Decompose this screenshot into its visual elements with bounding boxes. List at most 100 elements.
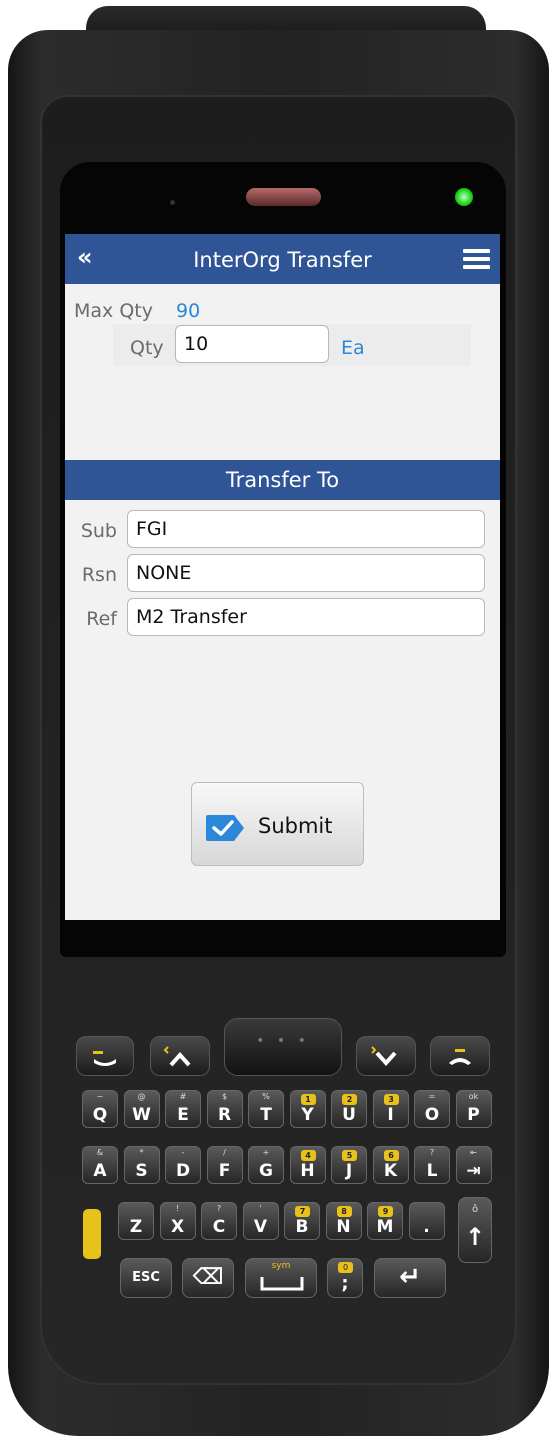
semicolon-label: ; bbox=[341, 1273, 349, 1294]
uom-link[interactable]: Ea bbox=[341, 337, 365, 359]
phone-answer-icon bbox=[93, 1051, 116, 1066]
key-f[interactable]: F / bbox=[206, 1146, 243, 1184]
key-digit-label: 5 bbox=[342, 1150, 357, 1161]
key-symbol-label: & bbox=[96, 1148, 104, 1157]
key-m[interactable]: M9 bbox=[367, 1202, 403, 1240]
sub-input[interactable]: FGI bbox=[127, 510, 485, 548]
enter-key[interactable]: ↵ bbox=[374, 1258, 446, 1298]
key-y[interactable]: Y1 bbox=[289, 1090, 326, 1128]
key-symbol-label: % bbox=[262, 1092, 270, 1101]
key-digit-label: 1 bbox=[300, 1094, 316, 1105]
scan-key[interactable]: • • • bbox=[224, 1018, 342, 1076]
key-label: F bbox=[218, 1161, 231, 1181]
nav-down-key[interactable] bbox=[356, 1036, 416, 1076]
key-e[interactable]: E # bbox=[165, 1090, 201, 1128]
key-i[interactable]: I3 bbox=[372, 1090, 409, 1128]
status-led bbox=[455, 188, 473, 206]
key-symbol-label: ' bbox=[259, 1204, 262, 1213]
rsn-input[interactable]: NONE bbox=[127, 554, 485, 592]
key-o[interactable]: O = bbox=[414, 1090, 450, 1128]
sym-label: sym bbox=[271, 1261, 291, 1271]
zero-label: 0 bbox=[338, 1262, 353, 1273]
key-label: N bbox=[336, 1217, 351, 1237]
key-j[interactable]: J5 bbox=[331, 1146, 367, 1184]
key-tab[interactable]: ⇥ ⇤ bbox=[455, 1146, 492, 1184]
key-label: U bbox=[342, 1105, 356, 1125]
key-label: X bbox=[170, 1217, 185, 1237]
key-label: P bbox=[467, 1105, 480, 1125]
ref-input[interactable]: M2 Transfer bbox=[127, 598, 485, 636]
key-c[interactable]: C? bbox=[201, 1202, 237, 1240]
key-label: K bbox=[383, 1161, 398, 1181]
shift-arrow-icon: ↑ bbox=[464, 1223, 486, 1251]
key-symbol-label: ! bbox=[175, 1204, 180, 1213]
key-n[interactable]: N8 bbox=[325, 1202, 362, 1240]
key-label: G bbox=[259, 1161, 273, 1181]
submit-button[interactable]: Submit bbox=[191, 782, 364, 866]
phone-hangup-icon bbox=[449, 1049, 471, 1065]
checkmark-icon bbox=[206, 815, 244, 841]
qty-label: Qty bbox=[130, 337, 164, 359]
key-l[interactable]: L? bbox=[414, 1146, 450, 1184]
key-label: C bbox=[212, 1217, 226, 1237]
key-q[interactable]: Q ~ bbox=[82, 1090, 118, 1128]
semicolon-key[interactable]: 0 ; bbox=[327, 1258, 363, 1298]
chevron-down-icon bbox=[371, 1046, 397, 1066]
key-d[interactable]: D- bbox=[165, 1146, 201, 1184]
key-label: A bbox=[93, 1161, 107, 1181]
shift-key[interactable]: ô ↑ bbox=[458, 1197, 492, 1263]
key-s[interactable]: S * bbox=[123, 1146, 160, 1184]
key-label: I bbox=[387, 1105, 394, 1125]
key-v[interactable]: V ' bbox=[242, 1202, 279, 1240]
key-symbol-label: @ bbox=[137, 1092, 146, 1101]
key-digit-label: 3 bbox=[383, 1094, 399, 1105]
submit-label: Submit bbox=[258, 814, 333, 838]
key-label: M bbox=[376, 1217, 394, 1237]
key-t[interactable]: T% bbox=[248, 1090, 284, 1128]
key-digit-label: 7 bbox=[295, 1206, 310, 1217]
key-h[interactable]: H4 bbox=[289, 1146, 326, 1184]
app-screen: « InterOrg Transfer Max Qty 90 Qty 10 Ea… bbox=[65, 234, 500, 920]
key-k[interactable]: K6 bbox=[372, 1146, 409, 1184]
key-r[interactable]: R $ bbox=[206, 1090, 243, 1128]
key-g[interactable]: G + bbox=[248, 1146, 284, 1184]
key-label: V bbox=[253, 1217, 268, 1237]
key-digit-label: 4 bbox=[300, 1150, 316, 1161]
key-symbol-label: ~ bbox=[96, 1092, 104, 1101]
shift-lock-icon: ô bbox=[471, 1204, 479, 1215]
call-key[interactable] bbox=[76, 1036, 134, 1076]
key-symbol-label: = bbox=[428, 1092, 436, 1101]
page-title: InterOrg Transfer bbox=[193, 248, 372, 272]
key-z[interactable]: Z bbox=[118, 1202, 154, 1240]
key-label: E bbox=[177, 1105, 189, 1125]
space-key[interactable]: sym bbox=[245, 1258, 317, 1298]
key-a[interactable]: A & bbox=[82, 1146, 118, 1184]
key-u[interactable]: U2 bbox=[331, 1090, 367, 1128]
key-x[interactable]: X! bbox=[159, 1202, 196, 1240]
hamburger-menu-icon[interactable] bbox=[463, 249, 490, 269]
key-symbol-label: # bbox=[179, 1092, 187, 1101]
quantity-section: Max Qty 90 Qty 10 Ea bbox=[65, 284, 500, 374]
rsn-label: Rsn bbox=[81, 564, 117, 586]
key-symbol-label: ok bbox=[468, 1092, 479, 1101]
key-label: Q bbox=[92, 1105, 108, 1125]
key-digit-label: 8 bbox=[336, 1206, 352, 1217]
key-p[interactable]: Pok bbox=[455, 1090, 492, 1128]
key-b[interactable]: B7 bbox=[284, 1202, 320, 1240]
key-symbol-label: $ bbox=[221, 1092, 228, 1101]
key-symbol-label: ? bbox=[216, 1204, 222, 1213]
transfer-to-heading: Transfer To bbox=[65, 460, 500, 500]
esc-key[interactable]: ESC bbox=[120, 1258, 172, 1298]
key-period[interactable]: . bbox=[408, 1202, 445, 1240]
nav-up-key[interactable] bbox=[150, 1036, 210, 1076]
key-label: D bbox=[175, 1161, 191, 1181]
qty-input[interactable]: 10 bbox=[175, 325, 329, 363]
end-call-key[interactable] bbox=[430, 1036, 490, 1076]
key-symbol-label: + bbox=[262, 1148, 270, 1157]
key-label: H bbox=[300, 1161, 315, 1181]
key-w[interactable]: W @ bbox=[123, 1090, 160, 1128]
key-symbol-label: * bbox=[139, 1148, 144, 1157]
key-label: O bbox=[424, 1105, 440, 1125]
backspace-key[interactable]: ⌫ bbox=[182, 1258, 234, 1298]
function-key[interactable] bbox=[83, 1209, 101, 1259]
